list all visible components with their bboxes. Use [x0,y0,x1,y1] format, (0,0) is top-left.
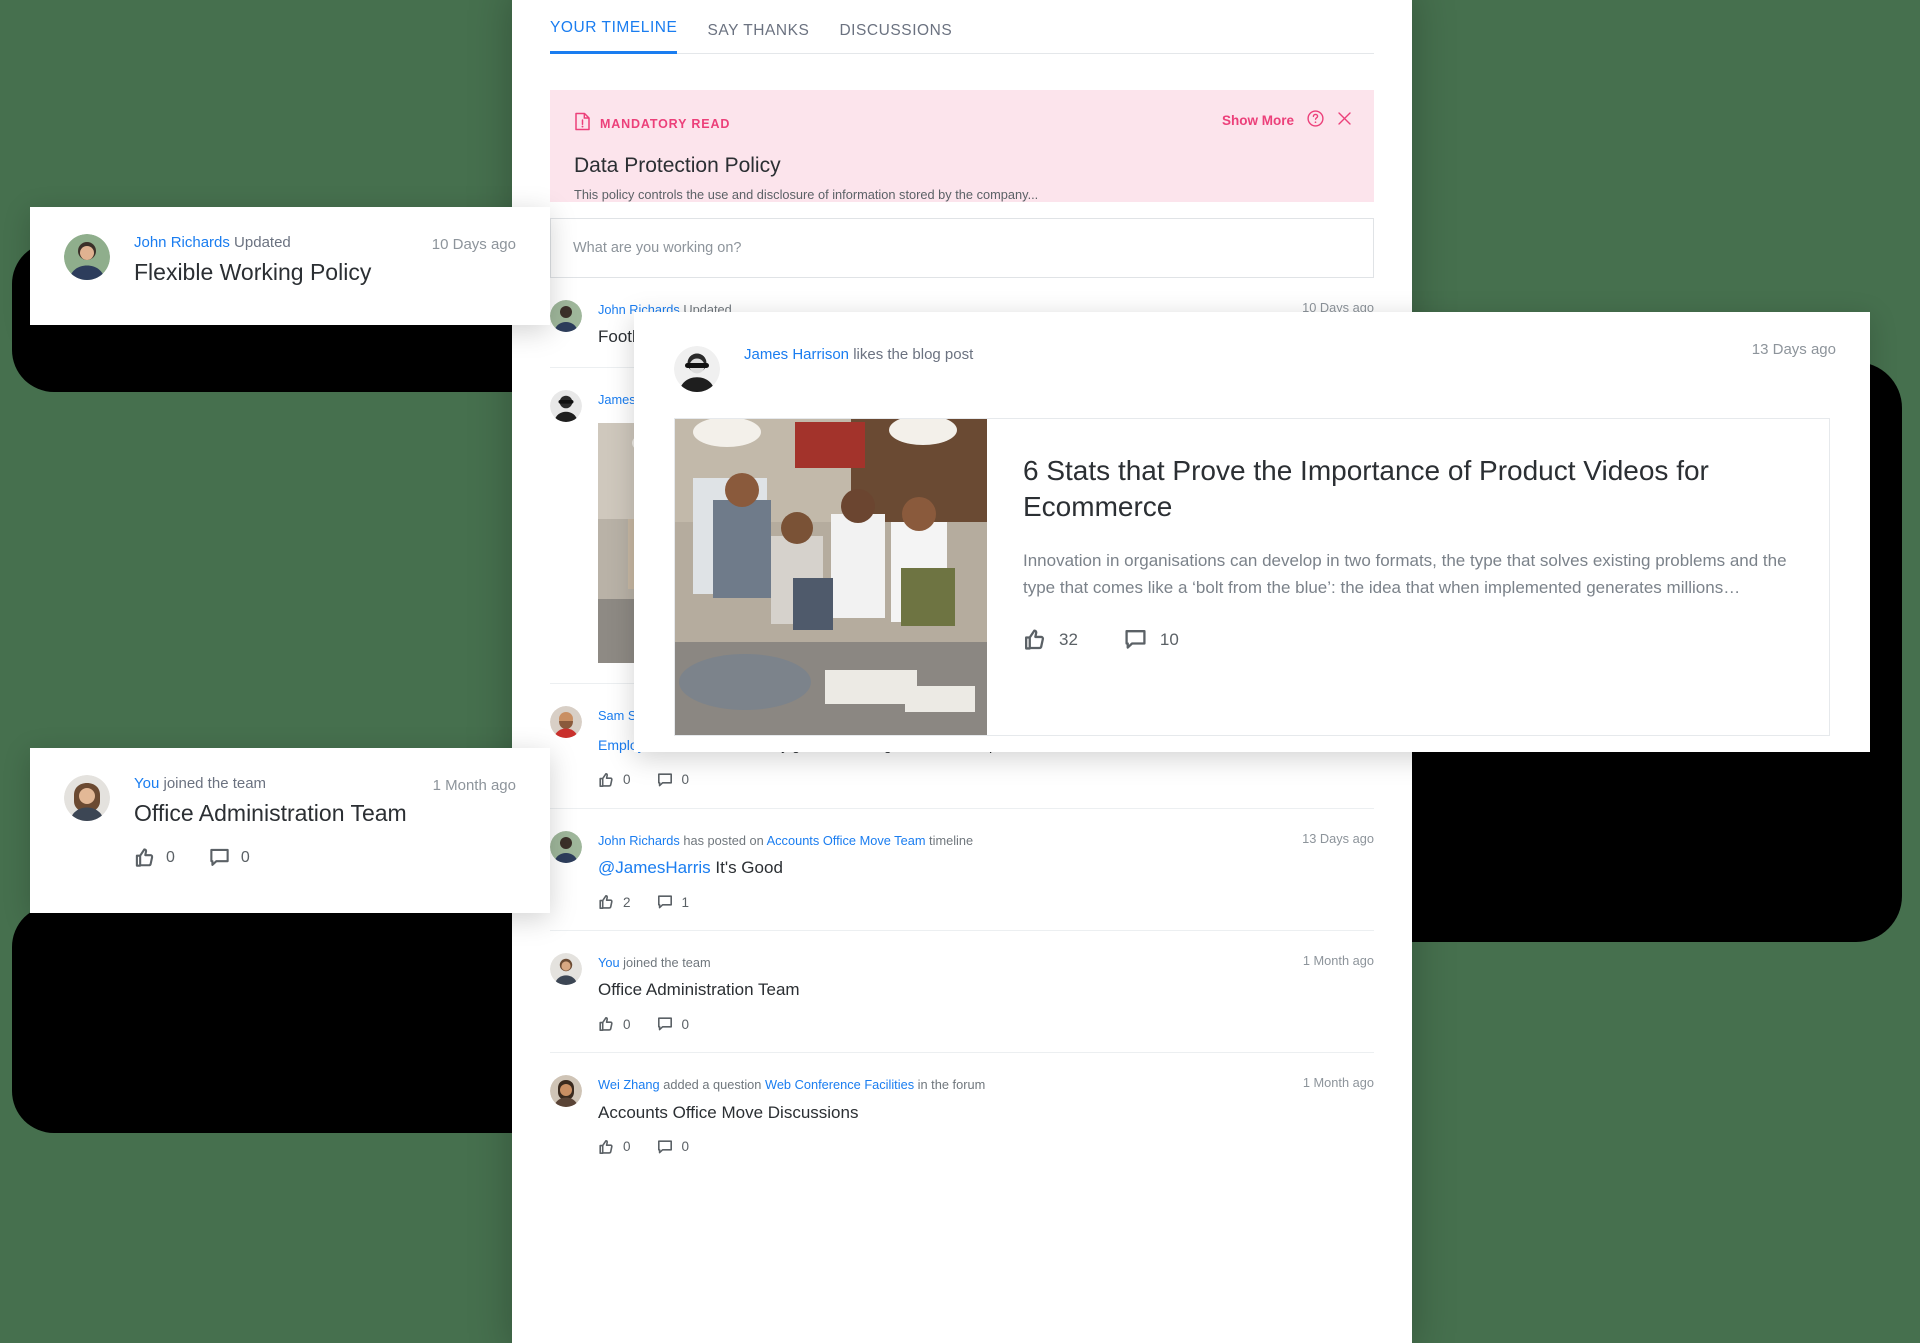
timestamp: 1 Month ago [1303,1075,1374,1090]
mention-link[interactable]: @JamesHarris [598,858,711,877]
action-text: joined the team [159,775,266,792]
like-count-value: 0 [166,849,175,867]
comment-count-value: 0 [682,1017,690,1032]
target-link[interactable]: Web Conference Facilities [765,1077,914,1092]
like-count[interactable]: 0 [598,772,631,788]
actor-name[interactable]: John Richards [134,234,230,251]
avatar [550,953,582,985]
status-composer[interactable]: What are you working on? [550,218,1374,278]
actor-name[interactable]: John Richards [598,833,680,848]
timestamp: 1 Month ago [1303,953,1374,968]
like-count-value: 32 [1059,630,1078,650]
timestamp: 1 Month ago [433,777,516,794]
card-title[interactable]: Flexible Working Policy [134,259,371,286]
like-count-value: 0 [623,1017,631,1032]
post-text: It's Good [711,858,783,877]
timeline-item-title[interactable]: Accounts Office Move Discussions [598,1103,1374,1123]
action-text-2: timeline [925,833,973,848]
timestamp: 10 Days ago [432,236,516,253]
blog-post-preview[interactable]: 6 Stats that Prove the Importance of Pro… [674,418,1830,736]
action-text: likes the blog post [849,346,973,363]
avatar [550,300,582,332]
like-count[interactable]: 32 [1023,628,1078,651]
tab-your-timeline[interactable]: YOUR TIMELINE [550,19,677,54]
actor-name[interactable]: You [598,955,620,970]
like-count-value: 2 [623,895,631,910]
card-office-administration-team[interactable]: 1 Month ago You joined the team Office A… [30,748,550,913]
blog-post-title[interactable]: 6 Stats that Prove the Importance of Pro… [1023,453,1791,525]
timestamp: 13 Days ago [1752,341,1836,358]
close-icon[interactable] [1337,111,1352,129]
card-flexible-working-policy[interactable]: 10 Days ago John Richards Updated Flexib… [30,207,550,325]
comment-count[interactable]: 0 [657,772,690,788]
card-title[interactable]: Office Administration Team [134,800,407,827]
like-count[interactable]: 0 [598,1016,631,1032]
timestamp: 13 Days ago [1302,831,1374,846]
show-more-link[interactable]: Show More [1222,113,1294,128]
mandatory-read-label: MANDATORY READ [600,117,730,131]
screenshot-stage: YOUR TIMELINE SAY THANKS DISCUSSIONS MAN… [0,0,1920,1343]
comment-count[interactable]: 0 [209,847,250,868]
avatar [674,346,720,392]
actor-name[interactable]: You [134,775,159,792]
avatar [550,831,582,863]
composer-placeholder: What are you working on? [573,240,741,256]
actor-name[interactable]: Wei Zhang [598,1077,660,1092]
comment-count[interactable]: 0 [657,1139,690,1155]
timeline-item: 1 Month ago You joined the team Office A… [550,930,1374,1052]
mandatory-read-title: Data Protection Policy [574,154,1350,178]
timeline-item: 13 Days ago John Richards has posted on … [550,808,1374,930]
actor-name[interactable]: James Harrison [744,346,849,363]
avatar [550,1075,582,1107]
comment-count-value: 0 [682,772,690,787]
comment-count[interactable]: 0 [657,1016,690,1032]
target-link[interactable]: Accounts Office Move Team [767,833,926,848]
like-count-value: 0 [623,772,631,787]
mandatory-read-banner: MANDATORY READ Show More Data Pro [550,90,1374,202]
comment-count-value: 10 [1160,630,1179,650]
tab-bar: YOUR TIMELINE SAY THANKS DISCUSSIONS [550,0,1374,54]
tab-say-thanks[interactable]: SAY THANKS [707,22,809,54]
blog-post-excerpt: Innovation in organisations can develop … [1023,547,1791,602]
timeline-item-title[interactable]: Office Administration Team [598,980,1374,1000]
action-text: added a question [660,1077,765,1092]
comment-count[interactable]: 1 [657,894,690,910]
action-text: Updated [230,234,291,251]
timeline-item: 1 Month ago Wei Zhang added a question W… [550,1052,1374,1174]
avatar [550,390,582,422]
avatar [64,775,110,821]
avatar [550,706,582,738]
avatar [64,234,110,280]
card-blog-post[interactable]: 13 Days ago James Harrison likes the blo… [634,312,1870,752]
comment-count-value: 1 [682,895,690,910]
like-count[interactable]: 2 [598,894,631,910]
action-text: has posted on [680,833,767,848]
action-text-2: in the forum [914,1077,985,1092]
like-count[interactable]: 0 [134,847,175,868]
document-alert-icon [574,112,591,136]
comment-count-value: 0 [682,1139,690,1154]
blog-post-image [675,419,987,735]
comment-count[interactable]: 10 [1124,628,1179,651]
help-icon[interactable] [1307,110,1324,130]
comment-count-value: 0 [241,849,250,867]
action-text: joined the team [620,955,711,970]
like-count-value: 0 [623,1139,631,1154]
mandatory-read-subtitle: This policy controls the use and disclos… [574,187,1350,202]
tab-discussions[interactable]: DISCUSSIONS [839,22,952,54]
like-count[interactable]: 0 [598,1139,631,1155]
